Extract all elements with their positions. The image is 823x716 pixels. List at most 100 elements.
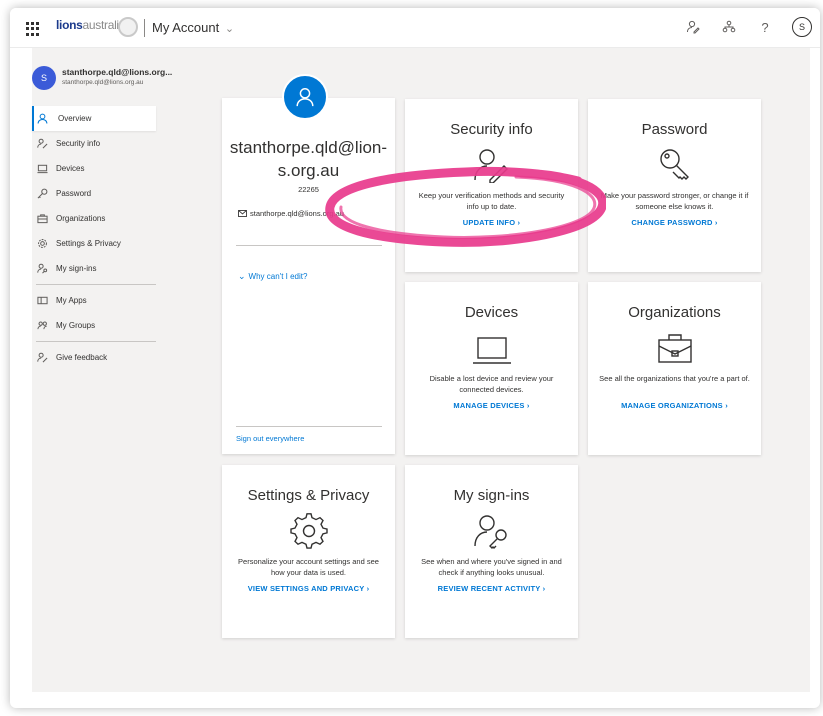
- tile-description: Disable a lost device and review your co…: [429, 374, 554, 394]
- divider: [236, 426, 382, 427]
- profile-card: stanthorpe.qld@lion- s.org.au 22265 stan…: [222, 74, 395, 454]
- sidebar-item-my-sign-ins[interactable]: My sign-ins: [32, 256, 156, 281]
- mail-icon: [238, 210, 247, 217]
- groups-icon: [37, 321, 47, 330]
- user-info: S stanthorpe.qld@lions.org... stanthorpe…: [32, 62, 172, 102]
- chevron-right-icon: ›: [517, 218, 521, 227]
- profile-name-line: s.org.au: [277, 161, 340, 180]
- sidebar-item-label: Devices: [56, 164, 85, 173]
- gear-icon: [38, 239, 47, 248]
- sidebar-item-label: Security info: [56, 139, 101, 148]
- top-icons: ? S: [684, 17, 812, 37]
- tile-title: Security info: [450, 121, 533, 138]
- profile-avatar: [282, 74, 328, 120]
- manage-devices-link[interactable]: MANAGE DEVICES ›: [405, 401, 578, 410]
- profile-email-text: stanthorpe.qld@lions.org.au: [250, 209, 344, 218]
- profile-email: stanthorpe.qld@lions.org.au: [238, 209, 344, 218]
- chevron-right-icon: ›: [366, 584, 370, 593]
- main-area: S stanthorpe.qld@lions.org... stanthorpe…: [32, 48, 810, 692]
- sign-ins-icon: [37, 263, 48, 274]
- sign-ins-icon: [472, 513, 512, 549]
- security-info-icon: [37, 138, 48, 149]
- chevron-down-icon: ⌄: [238, 271, 246, 281]
- app-launcher-icon[interactable]: [26, 22, 40, 36]
- divider: [144, 19, 145, 37]
- change-password-link[interactable]: CHANGE PASSWORD ›: [588, 218, 761, 227]
- nav-divider: [36, 284, 156, 285]
- sidebar-item-organizations[interactable]: Organizations: [32, 206, 156, 231]
- sidebar: S stanthorpe.qld@lions.org... stanthorpe…: [32, 48, 172, 692]
- feedback-icon: [37, 352, 48, 363]
- sidebar-item-devices[interactable]: Devices: [32, 156, 156, 181]
- laptop-icon: [472, 330, 512, 366]
- manage-organizations-link[interactable]: MANAGE ORGANIZATIONS ›: [588, 401, 761, 410]
- my-sign-ins-tile: My sign-ins See when and where you've si…: [405, 465, 578, 638]
- lions-emblem-icon: [118, 17, 138, 37]
- chevron-right-icon: ›: [542, 584, 546, 593]
- brand-logo[interactable]: lionsaustralia: [56, 18, 125, 32]
- security-info-icon: [472, 147, 512, 184]
- action-label: MANAGE ORGANIZATIONS: [621, 401, 723, 410]
- sidebar-item-label: Password: [56, 189, 92, 198]
- view-settings-privacy-link[interactable]: VIEW SETTINGS AND PRIVACY ›: [222, 584, 395, 593]
- briefcase-icon: [37, 214, 48, 224]
- sidebar-item-label: Settings & Privacy: [56, 239, 121, 248]
- user-avatar: S: [32, 66, 56, 90]
- action-label: UPDATE INFO: [462, 218, 516, 227]
- sidebar-item-overview[interactable]: Overview: [32, 106, 156, 131]
- sidebar-item-label: My Apps: [56, 296, 87, 305]
- update-info-link[interactable]: UPDATE INFO ›: [405, 218, 578, 227]
- tile-title: Password: [641, 121, 708, 138]
- sidebar-nav: Overview Security info Devices Password …: [32, 106, 156, 370]
- review-recent-activity-link[interactable]: REVIEW RECENT ACTIVITY ›: [405, 584, 578, 593]
- sidebar-item-my-apps[interactable]: My Apps: [32, 288, 156, 313]
- apps-icon: [37, 296, 48, 305]
- profile-name-line: stanthorpe.qld@lion-: [229, 138, 388, 157]
- tile-title: Settings & Privacy: [247, 487, 370, 504]
- key-icon: [655, 147, 695, 183]
- app-title: My Account: [152, 20, 220, 35]
- password-tile: Password Make your password stronger, or…: [588, 99, 761, 272]
- brand-name: lions: [56, 18, 83, 32]
- why-cant-edit-link[interactable]: ⌄ Why can't I edit?: [238, 271, 307, 282]
- organizations-tile: Organizations See all the organizations …: [588, 282, 761, 455]
- briefcase-icon: [655, 330, 695, 366]
- divider: [236, 245, 382, 246]
- profile-name: stanthorpe.qld@lion- s.org.au: [222, 136, 395, 182]
- user-name: stanthorpe.qld@lions.org...: [62, 67, 173, 77]
- sidebar-item-label: My sign-ins: [56, 264, 97, 273]
- profile-id: 22265: [298, 185, 319, 194]
- tile-title: Devices: [464, 304, 519, 321]
- help-icon[interactable]: ?: [756, 18, 774, 36]
- sidebar-item-security-info[interactable]: Security info: [32, 131, 156, 156]
- tile-description: Keep your verification methods and secur…: [418, 191, 565, 211]
- sidebar-item-settings-privacy[interactable]: Settings & Privacy: [32, 231, 156, 256]
- sign-out-everywhere-link[interactable]: Sign out everywhere: [236, 434, 304, 443]
- person-icon: [296, 88, 314, 107]
- chevron-right-icon: ›: [714, 218, 718, 227]
- sidebar-item-label: Give feedback: [56, 353, 108, 362]
- tile-title: My sign-ins: [453, 487, 530, 504]
- security-info-tile: Security info Keep your verification met…: [405, 99, 578, 272]
- user-email: stanthorpe.qld@lions.org.au: [62, 79, 144, 86]
- account-avatar[interactable]: S: [792, 17, 812, 37]
- action-label: VIEW SETTINGS AND PRIVACY: [247, 584, 365, 593]
- action-label: CHANGE PASSWORD: [631, 218, 713, 227]
- sidebar-item-give-feedback[interactable]: Give feedback: [32, 345, 156, 370]
- devices-tile: Devices Disable a lost device and review…: [405, 282, 578, 455]
- app-title-menu[interactable]: My Account ⌄: [152, 20, 234, 35]
- laptop-icon: [37, 164, 48, 174]
- sidebar-item-label: Organizations: [56, 214, 106, 223]
- settings-privacy-tile: Settings & Privacy Personalize your acco…: [222, 465, 395, 638]
- person-icon: [37, 113, 48, 124]
- nav-divider: [36, 341, 156, 342]
- tile-title: Organizations: [628, 304, 721, 321]
- sidebar-item-my-groups[interactable]: My Groups: [32, 313, 156, 338]
- org-chart-icon[interactable]: [720, 18, 738, 36]
- chevron-down-icon: ⌄: [224, 23, 235, 35]
- chevron-right-icon: ›: [526, 401, 530, 410]
- tile-description: Make your password stronger, or change i…: [600, 191, 749, 211]
- feedback-icon[interactable]: [684, 18, 702, 36]
- key-icon: [37, 188, 48, 199]
- sidebar-item-password[interactable]: Password: [32, 181, 156, 206]
